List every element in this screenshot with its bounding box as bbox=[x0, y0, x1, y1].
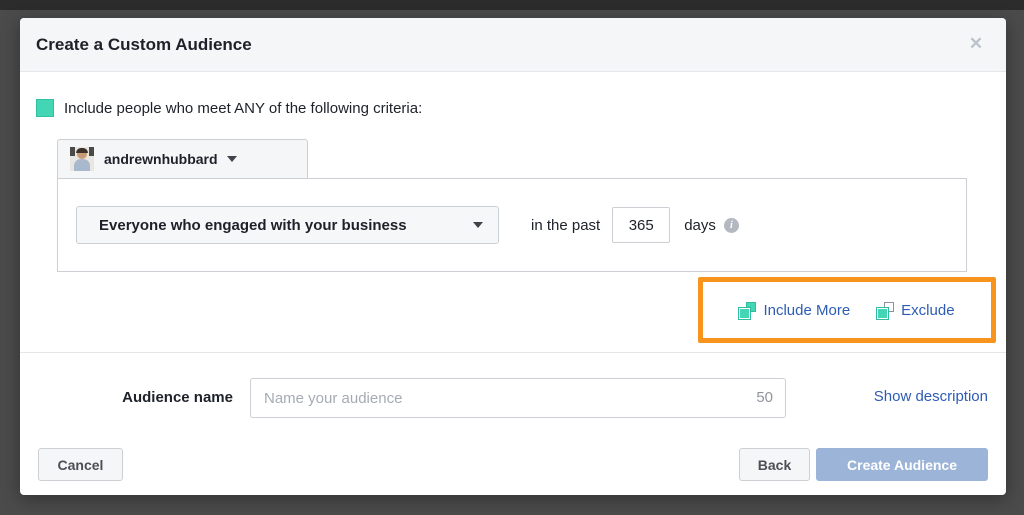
account-source-dropdown[interactable]: andrewnhubbard bbox=[57, 139, 308, 179]
create-custom-audience-modal: Create a Custom Audience ✕ Include peopl… bbox=[20, 18, 1006, 495]
include-criteria-label: Include people who meet ANY of the follo… bbox=[64, 100, 422, 117]
engagement-type-dropdown[interactable]: Everyone who engaged with your business bbox=[76, 206, 499, 244]
modal-header: Create a Custom Audience ✕ bbox=[20, 18, 1006, 72]
cancel-button[interactable]: Cancel bbox=[38, 448, 123, 481]
exclude-label: Exclude bbox=[901, 302, 954, 319]
create-audience-button[interactable]: Create Audience bbox=[816, 448, 988, 481]
close-icon[interactable]: ✕ bbox=[964, 32, 988, 56]
page-top-strip bbox=[0, 0, 1024, 10]
account-name-label: andrewnhubbard bbox=[104, 151, 218, 167]
char-count: 50 bbox=[756, 378, 773, 418]
show-description-link[interactable]: Show description bbox=[874, 388, 988, 405]
include-criteria-row: Include people who meet ANY of the follo… bbox=[36, 99, 422, 117]
include-more-link[interactable]: Include More bbox=[739, 302, 850, 319]
audience-name-field-wrap: 50 bbox=[250, 378, 786, 418]
criteria-rule-box: Everyone who engaged with your business … bbox=[57, 178, 967, 272]
exclude-icon bbox=[877, 302, 894, 319]
highlight-box: Include More Exclude bbox=[698, 277, 996, 343]
info-icon[interactable]: i bbox=[724, 218, 739, 233]
caret-down-icon bbox=[473, 222, 483, 228]
include-more-label: Include More bbox=[763, 302, 850, 319]
page-title: Create a Custom Audience bbox=[36, 18, 252, 72]
days-label: days bbox=[684, 217, 716, 234]
days-input[interactable] bbox=[612, 207, 670, 243]
account-avatar bbox=[70, 147, 94, 171]
section-divider bbox=[20, 352, 1006, 353]
engagement-type-label: Everyone who engaged with your business bbox=[99, 217, 407, 234]
back-button[interactable]: Back bbox=[739, 448, 810, 481]
include-chip-icon bbox=[36, 99, 54, 117]
audience-name-input[interactable] bbox=[250, 378, 786, 418]
in-the-past-label: in the past bbox=[531, 217, 600, 234]
audience-name-label: Audience name bbox=[20, 389, 233, 406]
caret-down-icon bbox=[227, 156, 237, 162]
include-more-icon bbox=[739, 302, 756, 319]
exclude-link[interactable]: Exclude bbox=[877, 302, 954, 319]
